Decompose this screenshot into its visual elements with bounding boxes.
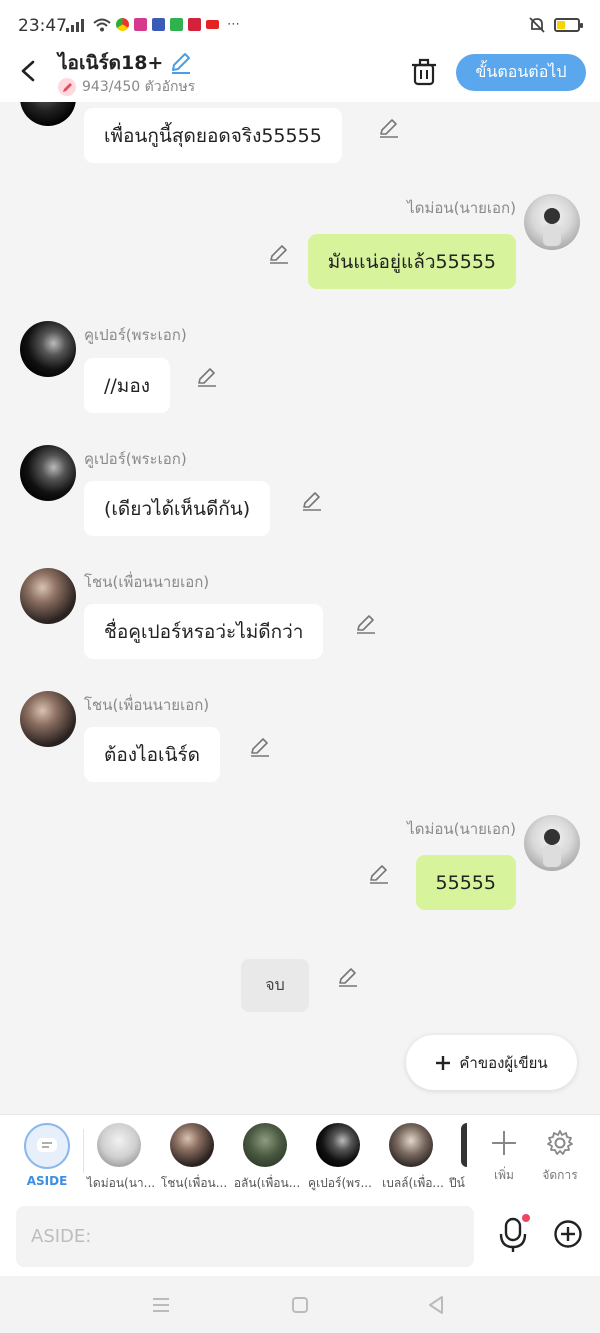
back-arrow-icon (21, 60, 35, 82)
character-bar: ASIDE ไดม่อน(นา... โชน(เพื่อน... อลัน(เพ… (0, 1114, 600, 1198)
mute-icon (529, 17, 545, 33)
add-label: เพิ่ม (494, 1168, 514, 1182)
delete-button[interactable] (408, 56, 440, 88)
sender-name: คูเปอร์(พระเอก) (84, 450, 187, 468)
more-icon: ⋯ (227, 17, 240, 32)
avatar[interactable] (20, 568, 76, 624)
edit-pencil-icon[interactable] (301, 490, 323, 512)
message-bubble[interactable]: //มอง (84, 358, 171, 413)
avatar[interactable] (524, 815, 580, 871)
char-count: 943/450 ตัวอักษร (82, 79, 196, 95)
input-bar (0, 1198, 600, 1276)
header: ไอเนิร์ด18+ 943/450 ตัวอักษร ขั้นตอนต่อไ… (0, 42, 600, 102)
battery-fill (557, 21, 565, 29)
character-name[interactable]: อลัน(เพื่อน... (230, 1174, 304, 1193)
message-bubble[interactable]: เพื่อนกูนี้สุดยอดจริง55555 (84, 108, 342, 163)
chrome-icon (116, 18, 129, 31)
avatar[interactable] (20, 445, 76, 501)
wifi-icon (93, 18, 111, 31)
aside-chip[interactable] (24, 1123, 70, 1169)
next-step-button[interactable]: ขั้นตอนต่อไป (456, 54, 586, 91)
avatar[interactable] (20, 691, 76, 747)
character-name[interactable]: โชน(เพื่อน... (157, 1174, 231, 1193)
system-nav-bar (0, 1276, 600, 1333)
back-triangle-icon[interactable] (425, 1294, 447, 1316)
char-count-row: 943/450 ตัวอักษร (58, 76, 195, 98)
character-avatar[interactable] (461, 1123, 467, 1167)
message-bubble[interactable]: มันแน่อยู่แล้ว55555 (307, 234, 516, 289)
divider (83, 1129, 84, 1173)
signal-icon (66, 18, 84, 32)
avatar[interactable] (524, 194, 580, 250)
chat-area[interactable]: เพื่อนกูนี้สุดยอดจริง55555 ไดม่อน(นายเอก… (0, 102, 600, 1114)
character-avatar[interactable] (316, 1123, 360, 1167)
author-note-button[interactable]: คำของผู้เขียน (406, 1035, 577, 1090)
add-button[interactable] (552, 1218, 584, 1250)
message-bubble[interactable]: ต้องไอเนิร์ด (84, 727, 221, 782)
instagram-icon (134, 18, 147, 31)
sender-name: ไดม่อน(นายเอก) (407, 820, 516, 838)
chat-bubble-icon (37, 1138, 57, 1152)
character-name[interactable]: คูเปอร์(พร... (303, 1174, 377, 1193)
character-avatar[interactable] (170, 1123, 214, 1167)
plus-icon (492, 1131, 516, 1155)
facebook-icon (152, 18, 165, 31)
pinterest-icon (188, 18, 201, 31)
story-title: ไอเนิร์ด18+ (58, 52, 164, 74)
sender-name: ไดม่อน(นายเอก) (407, 199, 516, 217)
home-square-icon[interactable] (289, 1294, 311, 1316)
character-name[interactable]: ปีน์ (449, 1174, 467, 1193)
menu-icon[interactable] (150, 1294, 172, 1316)
avatar[interactable] (20, 321, 76, 377)
add-character-button[interactable] (484, 1125, 524, 1161)
avatar[interactable] (20, 102, 76, 126)
message-bubble[interactable]: (เดียวได้เห็นดีกัน) (84, 481, 271, 536)
gear-icon (547, 1130, 573, 1155)
aside-input[interactable] (16, 1206, 474, 1267)
title-row: ไอเนิร์ด18+ (58, 48, 193, 78)
character-name[interactable]: เบลล์(เพื่อ... (376, 1174, 450, 1193)
character-avatar[interactable] (389, 1123, 433, 1167)
edit-pencil-icon[interactable] (355, 613, 377, 635)
character-name[interactable]: ไดม่อน(นา... (84, 1174, 158, 1193)
manage-label: จัดการ (542, 1168, 578, 1182)
edit-pencil-icon[interactable] (368, 863, 390, 885)
edit-pencil-icon[interactable] (378, 117, 400, 139)
aside-label: ASIDE (26, 1174, 68, 1188)
author-note-label: คำของผู้เขียน (459, 1053, 548, 1072)
edit-pencil-icon[interactable] (196, 366, 218, 388)
battery-icon (554, 18, 583, 32)
trash-icon (412, 58, 436, 86)
line-icon (170, 18, 183, 31)
pen-badge-icon (58, 78, 76, 96)
status-icons: ⋯ (66, 17, 240, 32)
back-button[interactable] (12, 54, 46, 88)
end-marker[interactable]: จบ (241, 959, 309, 1012)
youtube-icon (206, 20, 219, 29)
sender-name: โชน(เพื่อนนายเอก) (84, 696, 210, 714)
character-avatar[interactable] (97, 1123, 141, 1167)
notification-dot (522, 1214, 530, 1222)
sender-name: โชน(เพื่อนนายเอก) (84, 573, 210, 591)
status-right (528, 16, 583, 34)
message-bubble[interactable]: 55555 (415, 855, 516, 910)
edit-pencil-icon[interactable] (337, 966, 359, 988)
character-avatar[interactable] (243, 1123, 287, 1167)
manage-button[interactable] (540, 1125, 580, 1161)
plus-icon (436, 1055, 451, 1070)
edit-pencil-icon[interactable] (268, 243, 290, 265)
add-circle-icon (554, 1220, 582, 1248)
edit-pencil-icon[interactable] (249, 736, 271, 758)
sender-name: คูเปอร์(พระเอก) (84, 326, 187, 344)
message-bubble[interactable]: ชื่อคูเปอร์หรอว่ะไม่ดีกว่า (84, 604, 324, 659)
edit-title-icon[interactable] (169, 51, 193, 75)
status-time: 23:47 (18, 16, 67, 36)
